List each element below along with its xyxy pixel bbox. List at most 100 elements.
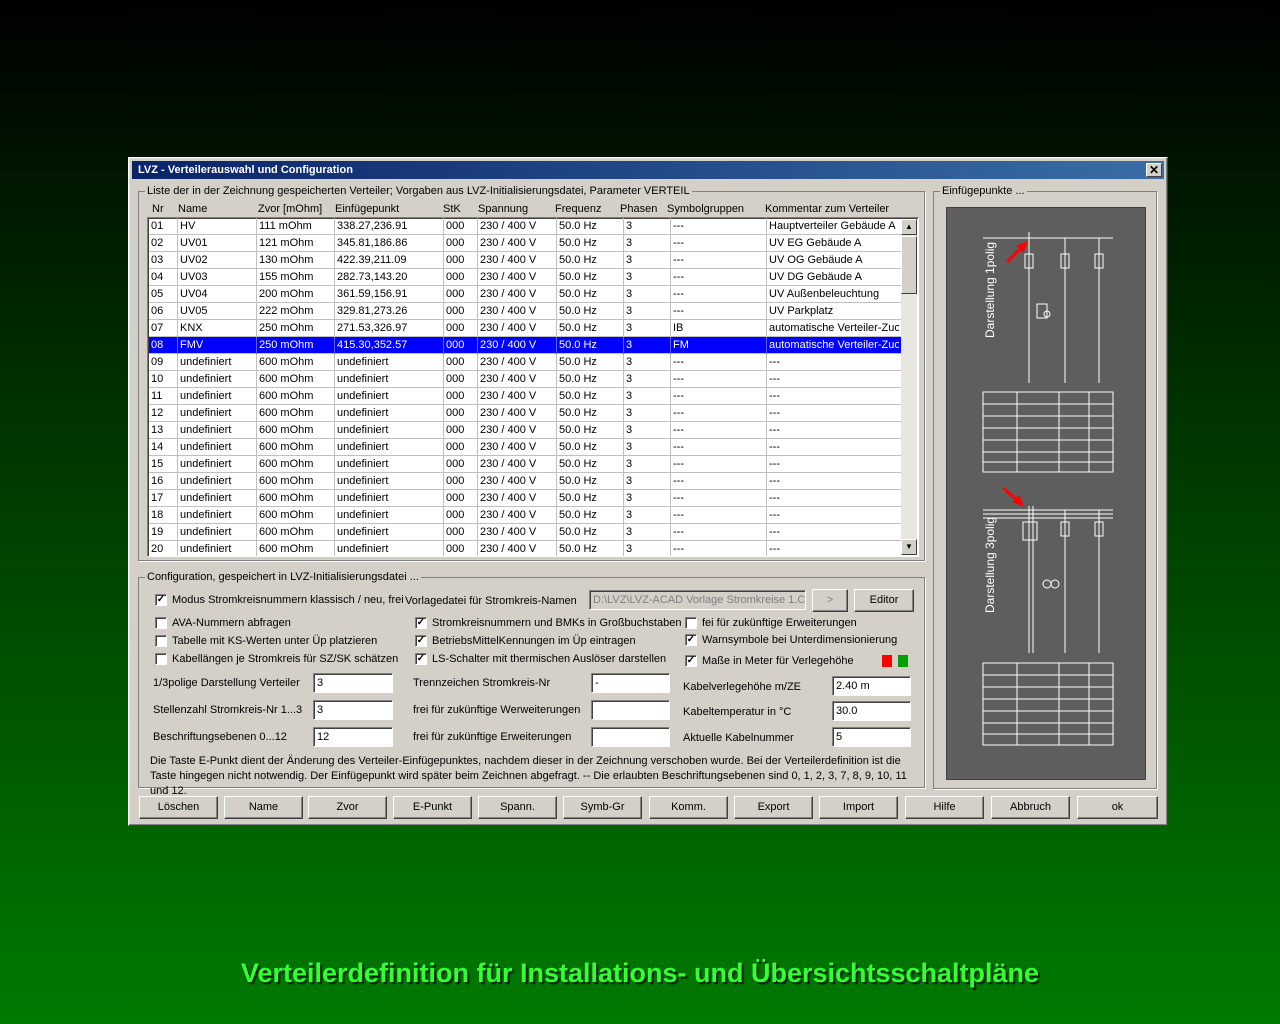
checkbox-modus-box[interactable]: ✓ [155, 594, 167, 606]
table-row[interactable]: 18 undefiniert 600 mOhm undefiniert 000 230 /… [149, 507, 901, 524]
checkbox-gross-box[interactable]: ✓ [415, 617, 427, 629]
trennzeichen-input[interactable]: - [591, 673, 670, 693]
cell-divider [443, 371, 444, 388]
checkbox-masse[interactable]: ✓ Maße in Meter für Verlegehöhe [685, 655, 854, 667]
button-2[interactable]: Zvor [308, 796, 387, 819]
table-row[interactable]: 19 undefiniert 600 mOhm undefiniert 000 230 /… [149, 524, 901, 541]
checkbox-ava[interactable]: AVA-Nummern abfragen [155, 617, 291, 629]
table-row[interactable]: 20 undefiniert 600 mOhm undefiniert 000 230 /… [149, 541, 901, 556]
kabelnr-input[interactable]: 5 [832, 727, 911, 747]
checkbox-fei[interactable]: fei für zukünftige Erweiterungen [685, 617, 857, 629]
column-header[interactable]: Nr [152, 203, 164, 215]
column-header[interactable]: Zvor [mOhm] [258, 203, 322, 215]
cell-divider [556, 405, 557, 422]
table-row[interactable]: 07 KNX 250 mOhm 271.53,326.97 000 230 / 400 V… [149, 320, 901, 337]
table-row[interactable]: 01 HV 111 mOhm 338.27,236.91 000 230 / 400 V 5… [149, 218, 901, 235]
table-row[interactable]: 11 undefiniert 600 mOhm undefiniert 000 230 /… [149, 388, 901, 405]
checkbox-ls-label: LS-Schalter mit thermischen Auslöser dar… [432, 653, 667, 665]
verteiler-list[interactable]: 01 HV 111 mOhm 338.27,236.91 000 230 / 400 V 5… [147, 217, 919, 557]
table-row[interactable]: 03 UV02 130 mOhm 422.39,211.09 000 230 / 400 … [149, 252, 901, 269]
column-header[interactable]: Spannung [478, 203, 528, 215]
column-header[interactable]: Einfügepunkt [335, 203, 399, 215]
vorlage-browse-button[interactable]: > [812, 589, 848, 612]
checkbox-tabelle-box[interactable] [155, 635, 167, 647]
scroll-up-icon[interactable]: ▲ [901, 219, 917, 235]
column-header[interactable]: Frequenz [555, 203, 601, 215]
button-9[interactable]: Hilfe [905, 796, 984, 819]
darstellung-input[interactable]: 3 [313, 673, 393, 693]
table-cell: 50.0 Hz [559, 441, 597, 453]
column-header[interactable]: Kommentar zum Verteiler [765, 203, 889, 215]
verlegehoehe-input[interactable]: 2.40 m [832, 676, 911, 696]
table-row[interactable]: 05 UV04 200 mOhm 361.59,156.91 000 230 / 400 … [149, 286, 901, 303]
table-row[interactable]: 09 undefiniert 600 mOhm undefiniert 000 230 /… [149, 354, 901, 371]
table-row[interactable]: 16 undefiniert 600 mOhm undefiniert 000 230 /… [149, 473, 901, 490]
table-cell: Hauptverteiler Gebäude A [769, 220, 896, 232]
table-cell: 3 [626, 543, 633, 555]
table-row[interactable]: 08 FMV 250 mOhm 415.30,352.57 000 230 / 400 V… [149, 337, 901, 354]
checkbox-ava-box[interactable] [155, 617, 167, 629]
checkbox-ls[interactable]: ✓ LS-Schalter mit thermischen Auslöser da… [415, 653, 666, 665]
table-row[interactable]: 15 undefiniert 600 mOhm undefiniert 000 230 /… [149, 456, 901, 473]
table-cell: 05 [151, 288, 164, 300]
button-1[interactable]: Name [224, 796, 303, 819]
checkbox-fei-box[interactable] [685, 617, 697, 629]
checkbox-ava-label: AVA-Nummern abfragen [172, 617, 291, 629]
checkbox-ls-box[interactable]: ✓ [415, 653, 427, 665]
table-row[interactable]: 06 UV05 222 mOhm 329.81,273.26 000 230 / 400 … [149, 303, 901, 320]
close-icon[interactable]: ✕ [1146, 163, 1162, 177]
button-11[interactable]: ok [1077, 796, 1158, 819]
cell-divider [334, 218, 335, 235]
button-6[interactable]: Komm. [649, 796, 728, 819]
table-cell: UV02 [180, 254, 208, 266]
checkbox-masse-box[interactable]: ✓ [685, 655, 697, 667]
table-row[interactable]: 04 UV03 155 mOhm 282.73,143.20 000 230 / 400 … [149, 269, 901, 286]
column-header[interactable]: Symbolgruppen [667, 203, 744, 215]
table-row[interactable]: 17 undefiniert 600 mOhm undefiniert 000 230 /… [149, 490, 901, 507]
table-row[interactable]: 10 undefiniert 600 mOhm undefiniert 000 230 /… [149, 371, 901, 388]
button-4[interactable]: Spann. [478, 796, 557, 819]
button-0[interactable]: Löschen [139, 796, 218, 819]
stellenzahl-input[interactable]: 3 [313, 700, 393, 720]
button-8[interactable]: Import [819, 796, 898, 819]
column-header[interactable]: Name [178, 203, 207, 215]
scroll-thumb[interactable] [901, 236, 917, 294]
cell-divider [334, 337, 335, 354]
checkbox-tabelle[interactable]: Tabelle mit KS-Werten unter Üp platziere… [155, 635, 377, 647]
table-row[interactable]: 12 undefiniert 600 mOhm undefiniert 000 230 /… [149, 405, 901, 422]
column-header[interactable]: StK [443, 203, 461, 215]
checkbox-modus-label: Modus Stromkreisnummern klassisch / neu,… [172, 594, 404, 606]
cell-divider [443, 252, 444, 269]
button-10[interactable]: Abbruch [991, 796, 1070, 819]
button-3[interactable]: E-Punkt [393, 796, 472, 819]
checkbox-gross[interactable]: ✓ Stromkreisnummern und BMKs in Großbuchs… [415, 617, 681, 629]
table-row[interactable]: 13 undefiniert 600 mOhm undefiniert 000 230 /… [149, 422, 901, 439]
frei2-input[interactable] [591, 727, 670, 747]
scroll-down-icon[interactable]: ▼ [901, 539, 917, 555]
beschriftung-input[interactable]: 12 [313, 727, 393, 747]
checkbox-warn[interactable]: ✓ Warnsymbole bei Unterdimensionierung [685, 634, 897, 646]
cell-divider [443, 422, 444, 439]
checkbox-bmk-box[interactable]: ✓ [415, 635, 427, 647]
list-scrollbar[interactable]: ▲ ▼ [901, 219, 917, 555]
kabeltemp-input[interactable]: 30.0 [832, 701, 911, 721]
checkbox-kabellaengen-box[interactable] [155, 653, 167, 665]
cell-divider [766, 371, 767, 388]
button-7[interactable]: Export [734, 796, 813, 819]
checkbox-bmk[interactable]: ✓ BetriebsMittelKennungen im Üp eintragen [415, 635, 636, 647]
table-cell: 10 [151, 373, 164, 385]
table-row[interactable]: 14 undefiniert 600 mOhm undefiniert 000 230 /… [149, 439, 901, 456]
checkbox-modus[interactable]: ✓ Modus Stromkreisnummern klassisch / neu… [155, 594, 404, 606]
frei1-input[interactable] [591, 700, 670, 720]
table-cell: 111 mOhm [259, 220, 312, 232]
editor-button[interactable]: Editor [854, 589, 914, 612]
table-cell: 3 [626, 407, 633, 419]
table-row[interactable]: 02 UV01 121 mOhm 345.81,186.86 000 230 / 400 … [149, 235, 901, 252]
button-5[interactable]: Symb-Gr [563, 796, 642, 819]
cell-divider [623, 507, 624, 524]
vorlage-field[interactable]: D:\LVZ\LVZ-ACAD Vorlage Stromkreise 1.CS… [589, 590, 806, 610]
table-cell: 000 [446, 390, 465, 402]
checkbox-warn-box[interactable]: ✓ [685, 634, 697, 646]
column-header[interactable]: Phasen [620, 203, 657, 215]
checkbox-kabellaengen[interactable]: Kabellängen je Stromkreis für SZ/SK schä… [155, 653, 398, 665]
